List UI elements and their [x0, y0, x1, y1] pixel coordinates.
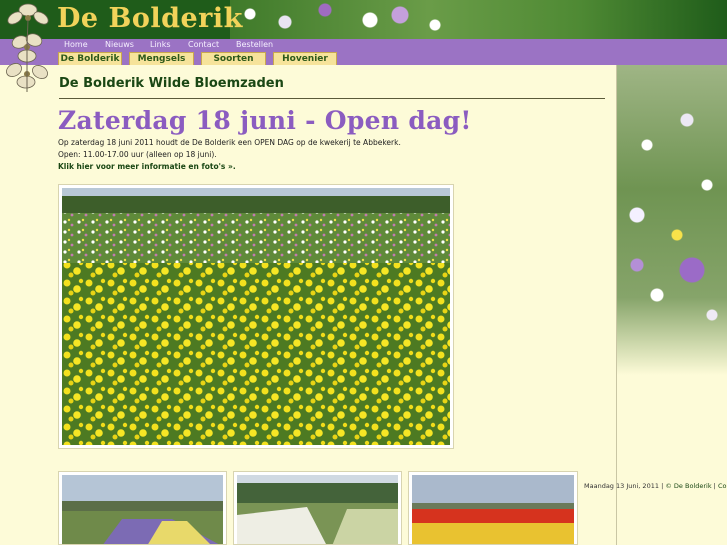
nav-link-links[interactable]: Links: [150, 40, 171, 49]
page-heading: De Bolderik Wilde Bloemzaden: [59, 76, 284, 91]
event-description: Op zaterdag 18 juni 2011 houdt de De Bol…: [58, 138, 401, 147]
thumbnail-frame: [408, 471, 578, 545]
thumbnail-frame: [233, 471, 402, 545]
open-day-headline: Zaterdag 18 juni - Open dag!: [58, 106, 472, 135]
opening-hours: Open: 11.00-17.00 uur (alleen op 18 juni…: [58, 150, 217, 159]
tab-hovenier[interactable]: Hovenier: [273, 52, 337, 65]
site-title[interactable]: De Bolderik: [57, 3, 243, 34]
logo-flower-icon[interactable]: [0, 0, 58, 98]
footer-separator: |: [713, 482, 716, 490]
nav-link-contact[interactable]: Contact: [188, 40, 219, 49]
poppy-field-thumbnail[interactable]: [412, 475, 574, 544]
heading-divider: [59, 98, 605, 99]
nav-link-home[interactable]: Home: [64, 40, 88, 49]
footer: Maandag 13 Juni, 2011 | © De Bolderik | …: [584, 482, 726, 490]
white-flower-beds-thumbnail[interactable]: [237, 475, 398, 544]
footer-truncated-link[interactable]: Co: [718, 482, 727, 490]
more-info-link[interactable]: Klik hier voor meer informatie en foto's…: [58, 162, 236, 171]
tab-soorten[interactable]: Soorten: [201, 52, 266, 65]
thumbnail-frame: [58, 471, 227, 545]
footer-separator: |: [661, 482, 664, 490]
footer-date: Maandag 13 Juni, 2011: [584, 482, 659, 490]
header-flower-image: [230, 0, 727, 39]
tab-de-bolderik[interactable]: De Bolderik: [58, 52, 122, 65]
footer-copyright-link[interactable]: © De Bolderik: [665, 482, 711, 490]
lavender-field-thumbnail[interactable]: [62, 475, 223, 544]
wildflower-field-photo[interactable]: [62, 188, 450, 445]
tab-mengsels[interactable]: Mengsels: [129, 52, 194, 65]
sidebar-flower-photo: [617, 65, 727, 375]
main-photo-frame: [58, 184, 454, 449]
nav-link-bestellen[interactable]: Bestellen: [236, 40, 273, 49]
nav-link-nieuws[interactable]: Nieuws: [105, 40, 134, 49]
